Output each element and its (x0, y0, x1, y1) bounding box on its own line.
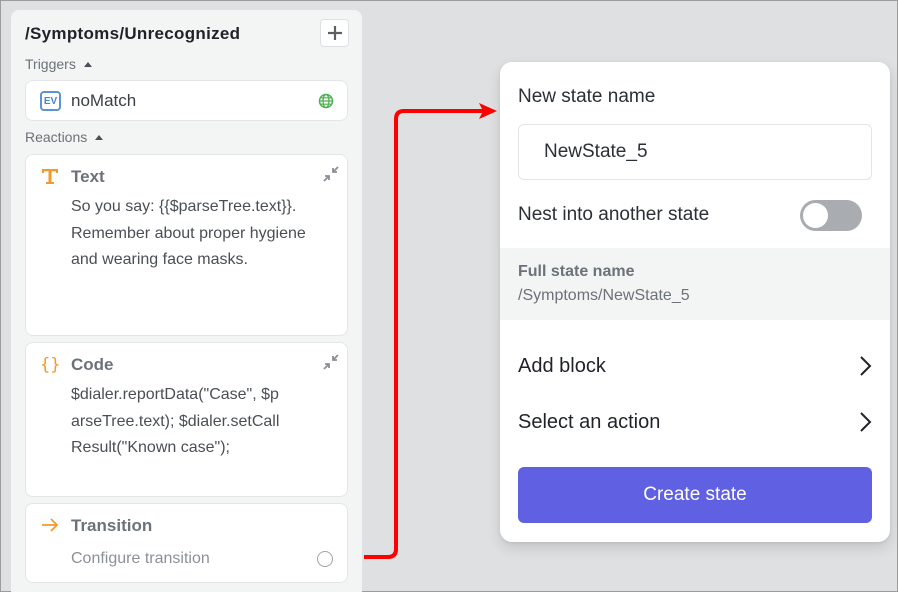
select-action-menu-item[interactable]: Select an action (500, 400, 890, 444)
state-name-input[interactable] (518, 124, 872, 180)
new-state-popup: New state name Nest into another state F… (500, 62, 890, 542)
add-block-label: Add block (518, 354, 606, 377)
new-state-name-label: New state name (518, 86, 656, 107)
full-state-name-title: Full state name (518, 263, 635, 280)
nest-toggle[interactable] (800, 200, 862, 231)
create-state-button[interactable]: Create state (518, 467, 872, 523)
add-block-menu-item[interactable]: Add block (500, 344, 890, 388)
full-state-name-box: Full state name /Symptoms/NewState_5 (500, 248, 890, 320)
select-action-label: Select an action (518, 410, 661, 433)
chevron-right-icon (860, 356, 872, 376)
full-state-name-value: /Symptoms/NewState_5 (518, 287, 690, 304)
chevron-right-icon (860, 412, 872, 432)
toggle-knob (803, 203, 828, 228)
annotation-arrow-line (364, 109, 483, 559)
nest-label: Nest into another state (518, 204, 710, 225)
